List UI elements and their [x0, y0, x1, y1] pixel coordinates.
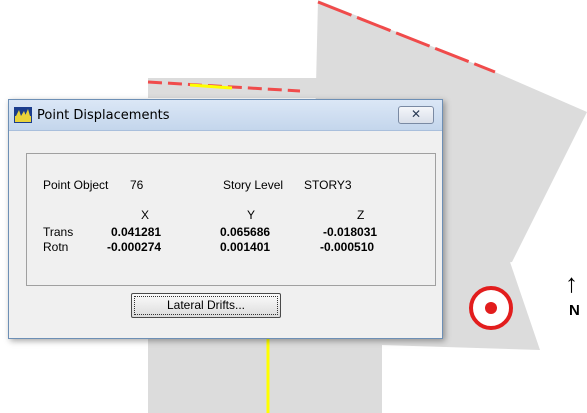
lateral-drifts-button[interactable]: Lateral Drifts... — [131, 293, 281, 318]
column-body — [148, 339, 382, 413]
row-label-trans: Trans — [43, 225, 74, 239]
close-button[interactable]: ✕ — [398, 106, 434, 124]
trans-z-value: -0.018031 — [323, 225, 378, 239]
north-label: N — [569, 302, 580, 319]
selected-point-marker[interactable] — [469, 286, 513, 330]
header-z: Z — [357, 208, 365, 222]
header-x: X — [141, 208, 150, 222]
displacement-group: Point Object 76 Story Level STORY3 X Y Z… — [26, 153, 436, 286]
trans-y-value: 0.065686 — [220, 225, 271, 239]
story-level-label: Story Level — [223, 178, 284, 192]
app-icon — [14, 107, 32, 123]
point-object-label: Point Object — [43, 178, 109, 192]
point-object-value: 76 — [130, 178, 144, 192]
rotn-y-value: 0.001401 — [220, 240, 271, 254]
point-displacements-dialog: Point Displacements ✕ Point Object 76 St… — [8, 99, 443, 339]
close-icon: ✕ — [410, 107, 422, 121]
north-arrow-icon: ↑ — [565, 268, 578, 298]
header-y: Y — [247, 208, 256, 222]
dialog-title: Point Displacements — [37, 108, 170, 123]
trans-x-value: 0.041281 — [111, 225, 162, 239]
row-label-rotn: Rotn — [43, 240, 69, 254]
dialog-titlebar[interactable]: Point Displacements ✕ — [9, 100, 442, 131]
rotn-x-value: -0.000274 — [107, 240, 162, 254]
rotn-z-value: -0.000510 — [320, 240, 375, 254]
story-level-value: STORY3 — [304, 178, 352, 192]
slab-strip-top — [148, 78, 338, 98]
